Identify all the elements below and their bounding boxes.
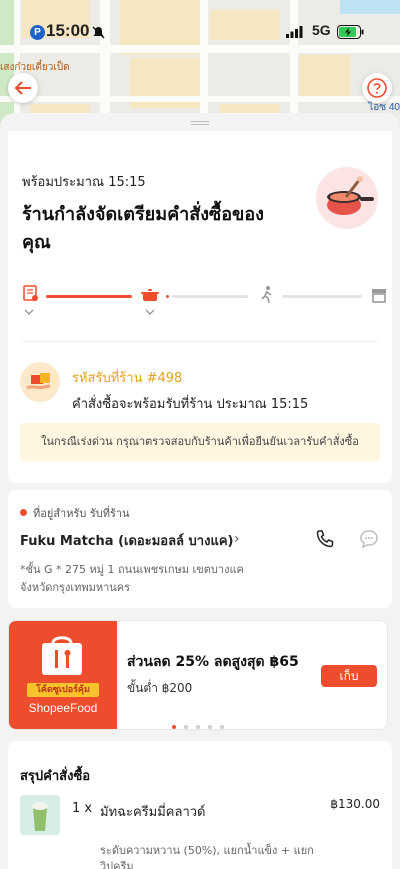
order-status-card: พร้อมประมาณ 15:15 ร้านกำลังจัดเตรียมคำสั…: [8, 131, 392, 483]
pickup-bag-icon: [26, 373, 51, 390]
order-sheet: พร้อมประมาณ 15:15 ร้านกำลังจัดเตรียมคำสั…: [0, 113, 400, 869]
arrow-left-icon: [14, 81, 31, 95]
promo-voucher-card[interactable]: โค้ดซูเปอร์คุ้ม ShopeeFood ส่วนลด 25% ลด…: [8, 620, 388, 730]
status-time: 15:00: [46, 21, 90, 40]
cooking-pot-icon: [327, 176, 374, 215]
status-bar: P 15:00 5G: [0, 18, 400, 46]
chevron-right-icon[interactable]: ›: [234, 531, 240, 547]
item-price: ฿130.00: [330, 797, 380, 811]
store-address-card: ที่อยู่สำหรับ รับที่ร้าน Fuku Matcha (เด…: [8, 490, 392, 608]
item-thumbnail: [20, 795, 60, 835]
pickup-code: รหัสรับที่ร้าน #498: [72, 371, 183, 386]
progress-segment-pending: [282, 295, 362, 298]
chat-button[interactable]: [358, 528, 380, 550]
carousel-dots[interactable]: [172, 725, 232, 731]
carousel-dot[interactable]: [196, 725, 200, 729]
matcha-drink-image: [20, 795, 60, 835]
store-icon: [372, 289, 386, 303]
help-button[interactable]: [362, 73, 392, 103]
item-options-line-2: วิปครีม: [100, 860, 134, 869]
promo-title: ส่วนลด 25% ลดสูงสุด ฿65: [127, 654, 299, 670]
order-progress: [22, 281, 386, 321]
shopping-bag-icon: [42, 636, 82, 675]
status-headline: ร้านกำลังจัดเตรียมคำสั่งซื้อของคุณ: [22, 204, 264, 253]
carousel-dot[interactable]: [220, 725, 224, 729]
address-line-2: จังหวัดกรุงเทพมหานคร: [20, 581, 131, 594]
question-circle-icon: [367, 78, 387, 98]
address-type-label: ที่อยู่สำหรับ รับที่ร้าน: [33, 507, 130, 520]
chevron-down-icon: [24, 309, 34, 315]
phone-button[interactable]: [314, 528, 336, 550]
bell-muted-icon: [92, 26, 105, 39]
address-line-1: *ชั้น G * 275 หมู่ 1 ถนนเพชรเกษม เขตบางแ…: [20, 563, 244, 576]
progress-segment-pending: [172, 295, 248, 298]
back-button[interactable]: [8, 73, 38, 103]
promo-brand: ShopeeFood: [28, 701, 98, 715]
item-quantity: 1 x: [72, 801, 93, 816]
promo-min-spend: ขั้นต่ำ ฿200: [127, 681, 193, 695]
cooking-pot-icon: [141, 289, 159, 301]
urgent-notice: ในกรณีเร่งด่วน กรุณาตรวจสอบกับร้านค้าเพื…: [20, 423, 380, 461]
carousel-dot-active[interactable]: [172, 725, 176, 729]
carousel-dot[interactable]: [184, 725, 188, 729]
chevron-down-icon: [145, 309, 155, 315]
cooking-illustration: [316, 167, 378, 229]
network-type: 5G: [312, 22, 331, 38]
signal-icon: [286, 26, 303, 38]
order-summary-card: สรุปคำสั่งซื้อ 1 x มัทฉะครีมมี่คลาวด์ ฿1…: [8, 741, 392, 869]
walking-person-icon: [261, 286, 272, 304]
promo-badge: โค้ดซูเปอร์คุ้ม: [27, 683, 99, 697]
receipt-icon: [23, 285, 38, 301]
battery-charging-icon: [337, 25, 364, 39]
divider: [22, 341, 378, 342]
progress-segment-done: [46, 295, 132, 298]
pickup-illustration: [20, 362, 60, 402]
claim-voucher-button[interactable]: เก็บ: [321, 665, 377, 687]
item-name: มัทฉะครีมมี่คลาวด์: [100, 805, 206, 820]
shopeefood-logo: โค้ดซูเปอร์คุ้ม ShopeeFood: [9, 621, 117, 729]
carousel-dot[interactable]: [208, 725, 212, 729]
parking-icon: P: [30, 25, 45, 40]
location-dot-icon: [20, 509, 27, 516]
store-name-link[interactable]: Fuku Matcha (เดอะมอลล์ บางแค): [20, 530, 233, 551]
eta-text: พร้อมประมาณ 15:15: [22, 175, 146, 190]
pickup-ready-text: คำสั่งซื้อจะพร้อมรับที่ร้าน ประมาณ 15:15: [72, 397, 309, 412]
sheet-handle[interactable]: [191, 121, 209, 125]
progress-segment-current: [166, 295, 169, 298]
summary-title: สรุปคำสั่งซื้อ: [20, 769, 91, 784]
